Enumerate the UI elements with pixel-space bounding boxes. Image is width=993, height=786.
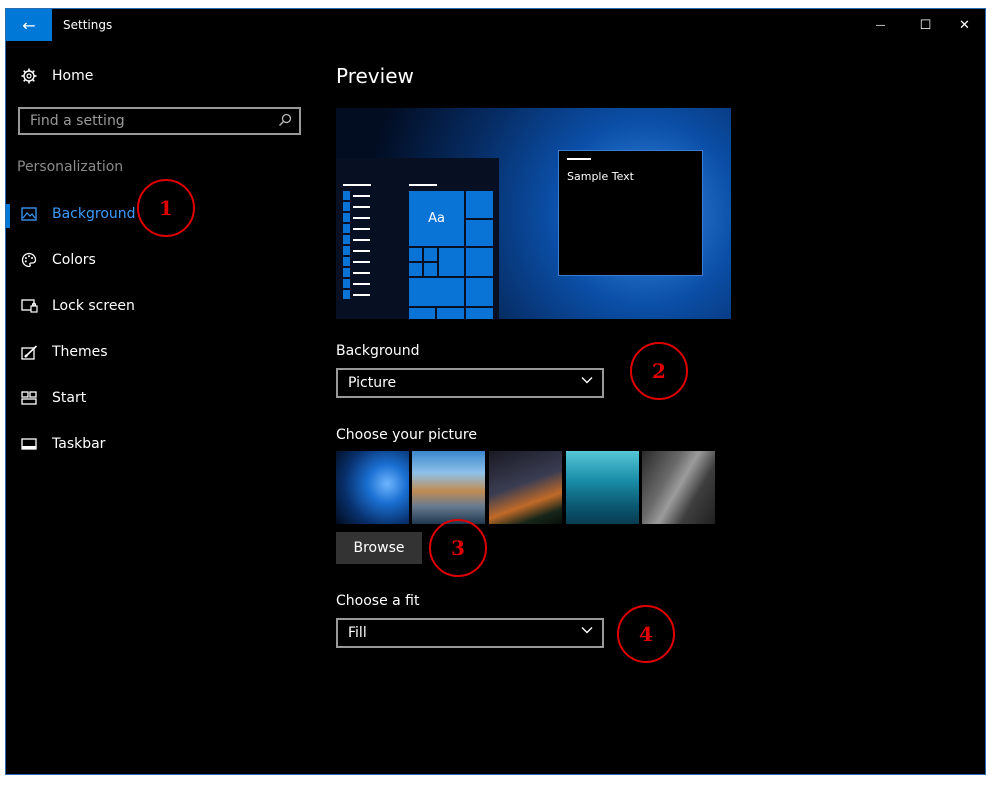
picture-thumbnail-underwater[interactable] [566,451,639,524]
picture-thumbnail-windows[interactable] [336,451,409,524]
browse-button[interactable]: Browse [336,532,422,564]
window-title: Settings [63,18,113,32]
fit-value: Fill [348,625,367,641]
start-icon [18,391,40,405]
picture-thumbnail-night-sky[interactable] [489,451,562,524]
sidebar-item-label: Lock screen [52,298,135,314]
minimize-icon: — [875,19,886,31]
sidebar-item-start[interactable]: Start [18,384,318,412]
settings-window: ← Settings — ☐ ✕ Home Find a setting Per… [5,8,986,775]
themes-icon [18,344,40,360]
sidebar-item-lock-screen[interactable]: Lock screen [18,292,318,320]
sidebar-item-label: Background [52,206,136,222]
preview-window: Sample Text [558,150,703,276]
annotation-circle-3: 3 [429,519,487,577]
background-value: Picture [348,375,397,391]
preview-start-menu: Aa [336,158,499,319]
sidebar-item-label: Colors [52,252,96,268]
sidebar-item-themes[interactable]: Themes [18,338,318,366]
lock-screen-icon [18,299,40,313]
annotation-number: 2 [652,359,666,383]
choose-fit-label: Choose a fit [336,593,420,609]
annotation-number: 4 [639,622,653,646]
sidebar-item-label: Taskbar [52,436,106,452]
annotation-number: 1 [159,196,173,220]
annotation-number: 3 [451,536,465,560]
sidebar-item-taskbar[interactable]: Taskbar [18,430,318,458]
maximize-icon: ☐ [919,17,932,33]
sidebar-item-home[interactable]: Home [18,62,318,90]
gear-icon [18,68,40,84]
selection-indicator [6,204,10,228]
search-placeholder: Find a setting [30,113,125,129]
annotation-circle-1: 1 [137,179,195,237]
sidebar-item-label: Themes [52,344,108,360]
preview-image: Aa Sample Text [336,108,731,319]
search-icon [278,113,292,131]
annotation-circle-4: 4 [617,605,675,663]
sidebar-item-colors[interactable]: Colors [18,246,318,274]
home-label: Home [52,68,94,84]
back-button[interactable]: ← [6,9,52,41]
palette-icon [18,252,40,268]
chevron-down-icon [580,623,594,641]
browse-label: Browse [353,540,405,556]
section-label-personalization: Personalization [17,159,124,175]
preview-tile-text: Aa [428,211,445,226]
back-arrow-icon: ← [22,15,36,35]
choose-picture-label: Choose your picture [336,427,477,443]
background-label: Background [336,343,420,359]
title-bar: ← Settings — ☐ ✕ [6,9,985,41]
sidebar-item-label: Start [52,390,87,406]
taskbar-icon [18,438,40,450]
page-title: Preview [336,64,414,88]
picture-thumbnail-rock[interactable] [642,451,715,524]
close-button[interactable]: ✕ [942,9,987,41]
search-input[interactable]: Find a setting [18,107,301,135]
picture-thumbnail-beach[interactable] [412,451,485,524]
picture-icon [18,207,40,221]
fit-dropdown[interactable]: Fill [336,618,604,648]
background-dropdown[interactable]: Picture [336,368,604,398]
preview-sample-text: Sample Text [567,170,634,183]
chevron-down-icon [580,373,594,391]
minimize-button[interactable]: — [858,9,903,41]
close-icon: ✕ [959,17,970,33]
annotation-circle-2: 2 [630,342,688,400]
